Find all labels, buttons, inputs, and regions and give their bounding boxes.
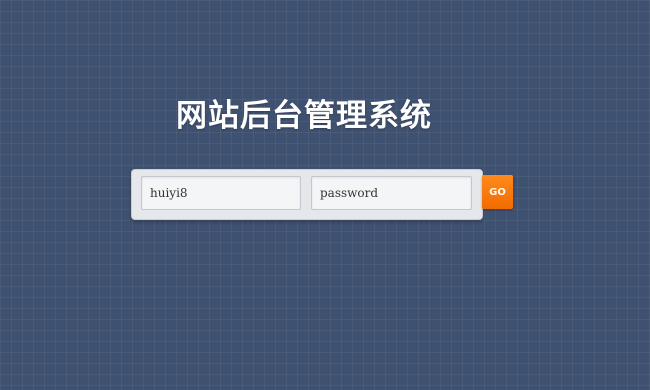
login-page: { "header": { "title": "网站后台管理系统" }, "lo… xyxy=(0,0,650,390)
page-title: 网站后台管理系统 xyxy=(176,98,432,134)
username-input[interactable] xyxy=(141,176,301,210)
password-input[interactable] xyxy=(311,176,472,210)
login-form xyxy=(131,169,483,220)
go-button[interactable]: GO xyxy=(482,175,513,209)
